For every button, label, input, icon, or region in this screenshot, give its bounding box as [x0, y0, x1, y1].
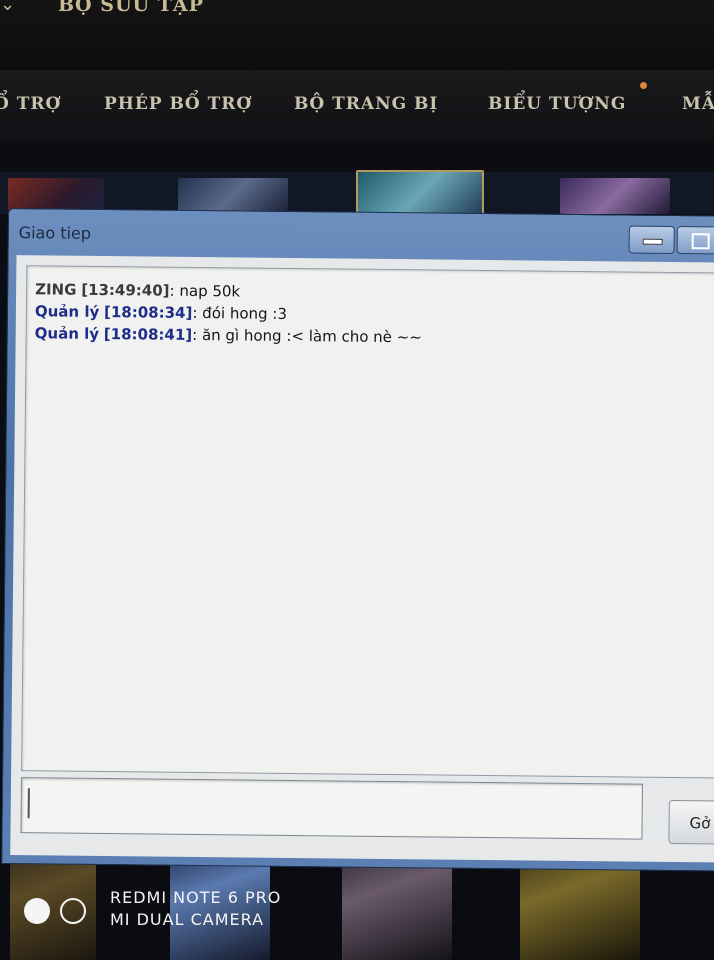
maximize-button[interactable]: [676, 226, 714, 255]
message-text: : nap 50k: [169, 281, 241, 301]
text-caret: [27, 788, 30, 819]
chat-message: Quản lý [18:08:41]: ăn gì hong :< làm ch…: [35, 324, 422, 346]
game-topbar: ⌄ BỘ SƯU TẬP: [0, 0, 714, 70]
message-sender: Quản lý: [34, 324, 100, 343]
champion-thumbnail[interactable]: [560, 178, 670, 214]
champion-thumbnail-selected[interactable]: [356, 170, 484, 218]
tab-spells[interactable]: PHÉP BỔ TRỢ: [104, 94, 252, 114]
chat-message: ZING [13:49:40]: nap 50k: [35, 280, 240, 300]
window-title: Giao tiep: [18, 223, 92, 243]
chat-input-row: Gở: [20, 777, 714, 846]
notification-dot: [640, 82, 647, 89]
tab-loadout[interactable]: BỘ TRANG BỊ: [294, 94, 438, 114]
chat-input[interactable]: [20, 777, 644, 840]
message-text: : ăn gì hong :< làm cho nè ~~: [192, 325, 422, 347]
chat-log[interactable]: ZING [13:49:40]: nap 50k Quản lý [18:08:…: [21, 265, 714, 779]
champion-strip: [0, 170, 714, 218]
chat-client-area: ZING [13:49:40]: nap 50k Quản lý [18:08:…: [10, 255, 714, 863]
chat-window: Giao tiep ZING [13:49:40]: nap 50k Quản …: [1, 208, 714, 872]
send-button[interactable]: Gở: [668, 799, 714, 845]
message-time: [18:08:41]: [103, 325, 193, 344]
message-sender: ZING: [35, 280, 77, 299]
chat-message: Quản lý [18:08:34]: đói hong :3: [35, 302, 287, 323]
maximize-icon: [691, 233, 710, 250]
window-titlebar[interactable]: Giao tiep: [9, 209, 714, 263]
champion-thumbnail[interactable]: [178, 178, 288, 214]
message-time: [13:49:40]: [81, 280, 170, 300]
message-text: : đói hong :3: [192, 303, 288, 323]
tab-skins[interactable]: MẪ: [682, 94, 714, 114]
message-sender: Quản lý: [34, 302, 100, 321]
tab-support[interactable]: Ổ TRỢ: [0, 94, 61, 114]
minimize-button[interactable]: [628, 225, 675, 254]
dual-camera-logo: [24, 898, 94, 928]
tab-icons[interactable]: BIỂU TƯỢNG: [488, 94, 626, 114]
chevron-icon: ⌄: [0, 0, 16, 15]
game-tab-bar: Ổ TRỢ PHÉP BỔ TRỢ BỘ TRANG BỊ BIỂU TƯỢNG…: [0, 70, 714, 142]
watermark-line-1: REDMI NOTE 6 PRO: [110, 888, 282, 907]
collection-title[interactable]: BỘ SƯU TẬP: [58, 0, 204, 16]
message-time: [18:08:34]: [103, 303, 193, 322]
watermark-line-2: MI DUAL CAMERA: [110, 910, 265, 929]
minimize-icon: [642, 238, 663, 245]
